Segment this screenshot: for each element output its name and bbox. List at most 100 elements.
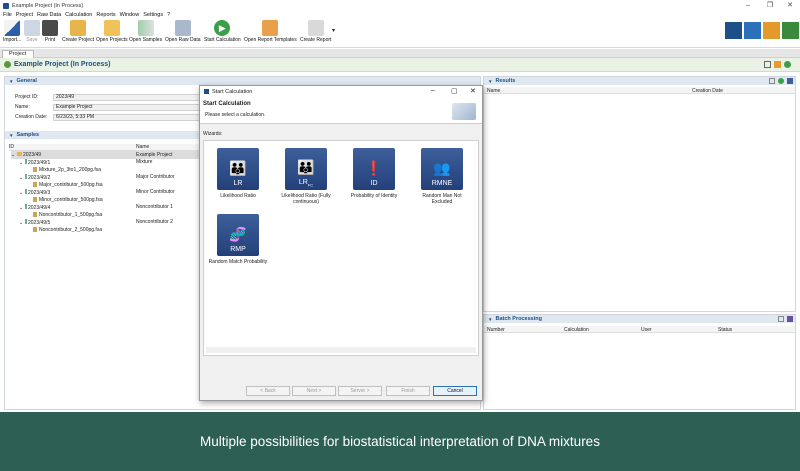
people-icon[interactable] (744, 22, 761, 39)
horizontal-scrollbar[interactable] (206, 347, 476, 353)
menu-raw-data[interactable]: Raw Data (37, 12, 61, 18)
external-link-icon[interactable] (764, 61, 771, 68)
folder-icon (16, 151, 22, 156)
minimize-icon[interactable]: – (738, 0, 758, 11)
report-template-icon (262, 20, 279, 36)
project-id-field: 2023/49 (53, 93, 203, 101)
database-icon[interactable] (787, 316, 793, 322)
table-row[interactable]: Minor_contributor_500pg.fsa (33, 196, 103, 204)
menu-project[interactable]: Project (16, 12, 33, 18)
batch-header-calculation[interactable]: Calculation (564, 327, 589, 333)
save-button[interactable]: Save (24, 20, 40, 43)
general-section-header[interactable]: ▼ General (5, 77, 480, 85)
file-icon (33, 227, 37, 233)
results-header-creation-date[interactable]: Creation Date (692, 88, 723, 94)
play-icon: ▶ (214, 20, 231, 36)
file-icon (33, 197, 37, 203)
back-button[interactable]: < Back (246, 386, 290, 396)
report-add-icon (307, 20, 324, 36)
table-row[interactable]: Noncontributor_2_500pg.fsa (33, 226, 102, 234)
table-row[interactable]: ⌄ 2023/49/2 Major Contributor (19, 173, 175, 182)
batch-header-number[interactable]: Number (487, 327, 505, 333)
menu-help[interactable]: ? (167, 12, 170, 18)
print-button[interactable]: Print (42, 20, 58, 43)
open-raw-data-button[interactable]: Open Raw Data (165, 20, 201, 43)
people-icon: 👪 LRFC (285, 148, 327, 190)
import-button[interactable]: Import... (3, 20, 21, 43)
close-icon[interactable]: ✕ (780, 0, 800, 11)
folder-open-icon (103, 20, 120, 36)
collapse-icon: ▼ (9, 132, 14, 138)
collapse-icon: ▼ (488, 78, 493, 84)
menu-settings[interactable]: Settings (143, 12, 163, 18)
expand-icon: ⌄ (11, 151, 16, 158)
samples-header-name[interactable]: Name (136, 144, 200, 151)
results-header-name[interactable]: Name (487, 88, 500, 94)
create-report-button[interactable]: Create Report (300, 20, 331, 43)
people-icon: 👪 LR (217, 148, 259, 190)
start-calculation-button[interactable]: ▶ Start Calculation (204, 20, 241, 43)
open-projects-button[interactable]: Open Projects (96, 20, 128, 43)
wizard-random-man-not-excluded[interactable]: 👥 RMNE Random Man Not Excluded (412, 148, 472, 205)
population-icon[interactable] (782, 22, 799, 39)
table-row[interactable]: ⌄ 2023/49 Example Project (11, 151, 200, 159)
restore-icon[interactable]: ▢ (451, 87, 458, 95)
sample-tube-icon (24, 173, 27, 179)
calculator-icon (452, 103, 476, 120)
copy-icon[interactable] (769, 78, 775, 84)
save-icon (24, 20, 40, 36)
dna-icon: 🧬 RMP (217, 214, 259, 256)
wizard-likelihood-ratio-fc[interactable]: 👪 LRFC Likelihood Ratio (Fully continuous… (276, 148, 336, 205)
dialog-heading: Start Calculation (203, 101, 251, 107)
table-row[interactable]: Major_contributor_500pg.fsa (33, 181, 103, 189)
page-title: Example Project (In Process) (14, 61, 111, 68)
menu-file[interactable]: File (3, 12, 12, 18)
close-icon[interactable]: ✕ (470, 87, 476, 95)
open-samples-button[interactable]: Open Samples (129, 20, 162, 43)
tab-project[interactable]: Project (2, 50, 34, 58)
batch-header-user[interactable]: User (641, 327, 652, 333)
main-toolbar: Import... Save Print Create Project Open… (0, 19, 800, 48)
table-row[interactable]: Noncontributor_1_500pg.fsa (33, 211, 102, 219)
family-tree-icon[interactable] (763, 22, 780, 39)
minimize-icon[interactable]: – (431, 87, 435, 94)
menu-reports[interactable]: Reports (96, 12, 115, 18)
report-icon[interactable] (774, 61, 781, 68)
file-icon (33, 212, 37, 218)
name-field[interactable]: Example Project (53, 103, 203, 111)
menu-window[interactable]: Window (120, 12, 140, 18)
results-panel: ▼ Results Name Creation Date (483, 76, 796, 312)
table-row[interactable]: ⌄ 2023/49/4 Noncontributor 1 (19, 203, 173, 212)
project-id-row: Project ID: 2023/49 (15, 93, 203, 101)
chevron-down-icon[interactable]: ▾ (332, 27, 335, 34)
create-project-button[interactable]: Create Project (62, 20, 94, 43)
next-button[interactable]: Next > (292, 386, 336, 396)
server-button[interactable]: Server > (338, 386, 382, 396)
copy-icon[interactable] (778, 316, 784, 322)
import-icon (4, 20, 21, 36)
window-titlebar: Example Project (In Process) – ❐ ✕ (0, 0, 800, 11)
batch-section-header[interactable]: ▼ Batch Processing (484, 315, 795, 323)
table-row[interactable]: ⌄ 2023/49/5 Noncontributor 2 (19, 218, 173, 227)
add-icon[interactable] (778, 78, 784, 84)
wizard-likelihood-ratio[interactable]: 👪 LR Likelihood Ratio (208, 148, 268, 199)
printer-icon (42, 20, 58, 36)
test-tubes-icon (137, 20, 154, 36)
results-section-header[interactable]: ▼ Results (484, 77, 795, 85)
batch-header-status[interactable]: Status (718, 327, 732, 333)
table-row[interactable]: ⌄ 2023/49/1 Mixture (19, 158, 152, 167)
table-row[interactable]: ⌄ 2023/49/3 Minor Contributor (19, 188, 175, 197)
menu-calculation[interactable]: Calculation (65, 12, 92, 18)
finish-button[interactable]: Finish (386, 386, 430, 396)
wizard-probability-of-identity[interactable]: ❗ ID Probability of Identity (344, 148, 404, 199)
dna-icon[interactable] (725, 22, 742, 39)
cancel-button[interactable]: Cancel (433, 386, 477, 396)
wizard-random-match-probability[interactable]: 🧬 RMP Random Match Probability (208, 214, 268, 265)
play-small-icon[interactable] (784, 61, 791, 68)
dialog-title: Start Calculation (212, 88, 253, 95)
file-icon (33, 182, 37, 188)
report-small-icon[interactable] (787, 78, 793, 84)
open-report-templates-button[interactable]: Open Report Templates (244, 20, 297, 43)
restore-icon[interactable]: ❐ (760, 0, 780, 11)
table-row[interactable]: Mixture_2p_3to1_200pg.fsa (33, 166, 101, 174)
